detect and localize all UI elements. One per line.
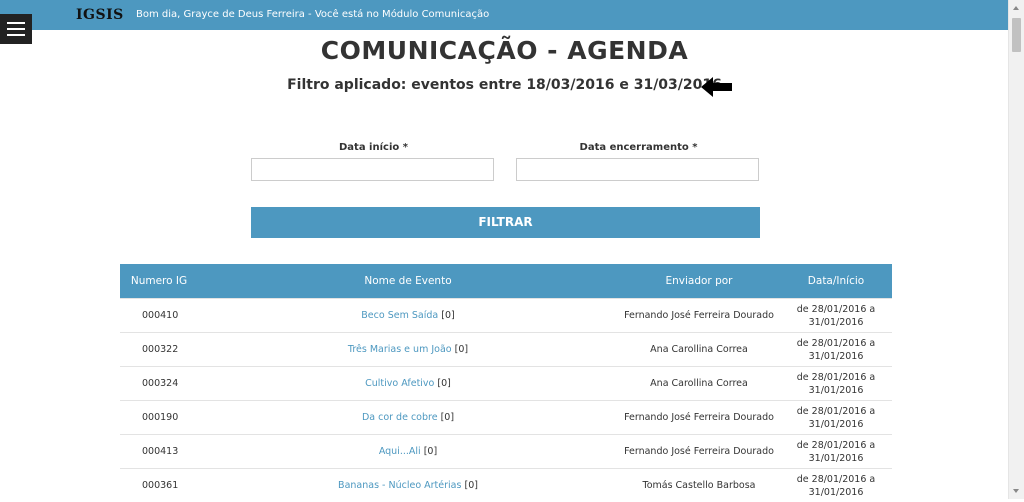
- ig-number: 000410: [120, 299, 198, 333]
- applied-filter-text: Filtro aplicado: eventos entre 18/03/201…: [0, 77, 1009, 93]
- column-header-evento: Nome de Evento: [198, 264, 618, 299]
- table-row: 000322 Três Marias e um João [0] Ana Car…: [120, 333, 892, 367]
- greeting-text: Bom dia, Grayce de Deus Ferreira - Você …: [136, 9, 489, 20]
- table-row: 000190 Da cor de cobre [0] Fernando José…: [120, 401, 892, 435]
- top-navbar: IGSIS Bom dia, Grayce de Deus Ferreira -…: [0, 0, 1009, 30]
- date-end: 31/01/2016: [809, 351, 864, 362]
- date-end: 31/01/2016: [809, 385, 864, 396]
- date-start: de 28/01/2016 a: [797, 372, 876, 383]
- arrow-left-icon: [701, 77, 732, 97]
- event-link[interactable]: Cultivo Afetivo: [365, 378, 434, 389]
- date-cell: de 28/01/2016 a 31/01/2016: [780, 299, 892, 333]
- ig-number: 000322: [120, 333, 198, 367]
- vertical-scrollbar[interactable]: [1008, 0, 1024, 499]
- event-link[interactable]: Aqui...Ali: [379, 446, 421, 457]
- ig-number: 000190: [120, 401, 198, 435]
- sender-cell: Ana Carollina Correa: [618, 333, 780, 367]
- sender-cell: Fernando José Ferreira Dourado: [618, 435, 780, 469]
- event-cell: Três Marias e um João [0]: [198, 333, 618, 367]
- event-link[interactable]: Três Marias e um João: [348, 344, 452, 355]
- sender-cell: Ana Carollina Correa: [618, 367, 780, 401]
- sender-cell: Fernando José Ferreira Dourado: [618, 299, 780, 333]
- table-header-row: Numero IG Nome de Evento Enviador por Da…: [120, 264, 892, 299]
- event-cell: Bananas - Núcleo Artérias [0]: [198, 469, 618, 502]
- event-cell: Beco Sem Saída [0]: [198, 299, 618, 333]
- event-cell: Aqui...Ali [0]: [198, 435, 618, 469]
- table-row: 000410 Beco Sem Saída [0] Fernando José …: [120, 299, 892, 333]
- date-cell: de 28/01/2016 a 31/01/2016: [780, 401, 892, 435]
- date-end: 31/01/2016: [809, 317, 864, 328]
- app-logo[interactable]: IGSIS: [76, 7, 124, 23]
- date-start: de 28/01/2016 a: [797, 474, 876, 485]
- sender-cell: Tomás Castello Barbosa: [618, 469, 780, 502]
- scroll-thumb[interactable]: [1012, 18, 1021, 52]
- scroll-down-icon[interactable]: [1013, 489, 1019, 493]
- event-link[interactable]: Da cor de cobre: [362, 412, 438, 423]
- date-start: de 28/01/2016 a: [797, 406, 876, 417]
- table-row: 000413 Aqui...Ali [0] Fernando José Ferr…: [120, 435, 892, 469]
- date-cell: de 28/01/2016 a 31/01/2016: [780, 333, 892, 367]
- date-start: de 28/01/2016 a: [797, 440, 876, 451]
- date-cell: de 28/01/2016 a 31/01/2016: [780, 367, 892, 401]
- date-cell: de 28/01/2016 a 31/01/2016: [780, 469, 892, 502]
- event-link[interactable]: Bananas - Núcleo Artérias: [338, 480, 461, 491]
- event-count: [0]: [441, 412, 454, 423]
- date-end: 31/01/2016: [809, 453, 864, 464]
- event-count: [0]: [437, 378, 450, 389]
- start-date-label: Data início *: [251, 142, 496, 153]
- table-row: 000324 Cultivo Afetivo [0] Ana Carollina…: [120, 367, 892, 401]
- scroll-up-icon[interactable]: [1013, 6, 1019, 10]
- event-count: [0]: [424, 446, 437, 457]
- table-row: 000361 Bananas - Núcleo Artérias [0] Tom…: [120, 469, 892, 502]
- date-start: de 28/01/2016 a: [797, 338, 876, 349]
- column-header-numero: Numero IG: [120, 264, 198, 299]
- ig-number: 000413: [120, 435, 198, 469]
- ig-number: 000361: [120, 469, 198, 502]
- sender-cell: Fernando José Ferreira Dourado: [618, 401, 780, 435]
- event-count: [0]: [455, 344, 468, 355]
- start-date-input[interactable]: [251, 158, 494, 181]
- events-table: Numero IG Nome de Evento Enviador por Da…: [120, 264, 892, 502]
- date-end: 31/01/2016: [809, 487, 864, 498]
- date-end: 31/01/2016: [809, 419, 864, 430]
- filter-button[interactable]: FILTRAR: [251, 207, 760, 238]
- event-cell: Da cor de cobre [0]: [198, 401, 618, 435]
- date-start: de 28/01/2016 a: [797, 304, 876, 315]
- end-date-label: Data encerramento *: [516, 142, 761, 153]
- event-count: [0]: [441, 310, 454, 321]
- column-header-data: Data/Início: [780, 264, 892, 299]
- end-date-input[interactable]: [516, 158, 759, 181]
- ig-number: 000324: [120, 367, 198, 401]
- page-title: COMUNICAÇÃO - AGENDA: [0, 36, 1009, 65]
- event-link[interactable]: Beco Sem Saída: [361, 310, 438, 321]
- column-header-enviador: Enviador por: [618, 264, 780, 299]
- date-cell: de 28/01/2016 a 31/01/2016: [780, 435, 892, 469]
- event-cell: Cultivo Afetivo [0]: [198, 367, 618, 401]
- event-count: [0]: [464, 480, 477, 491]
